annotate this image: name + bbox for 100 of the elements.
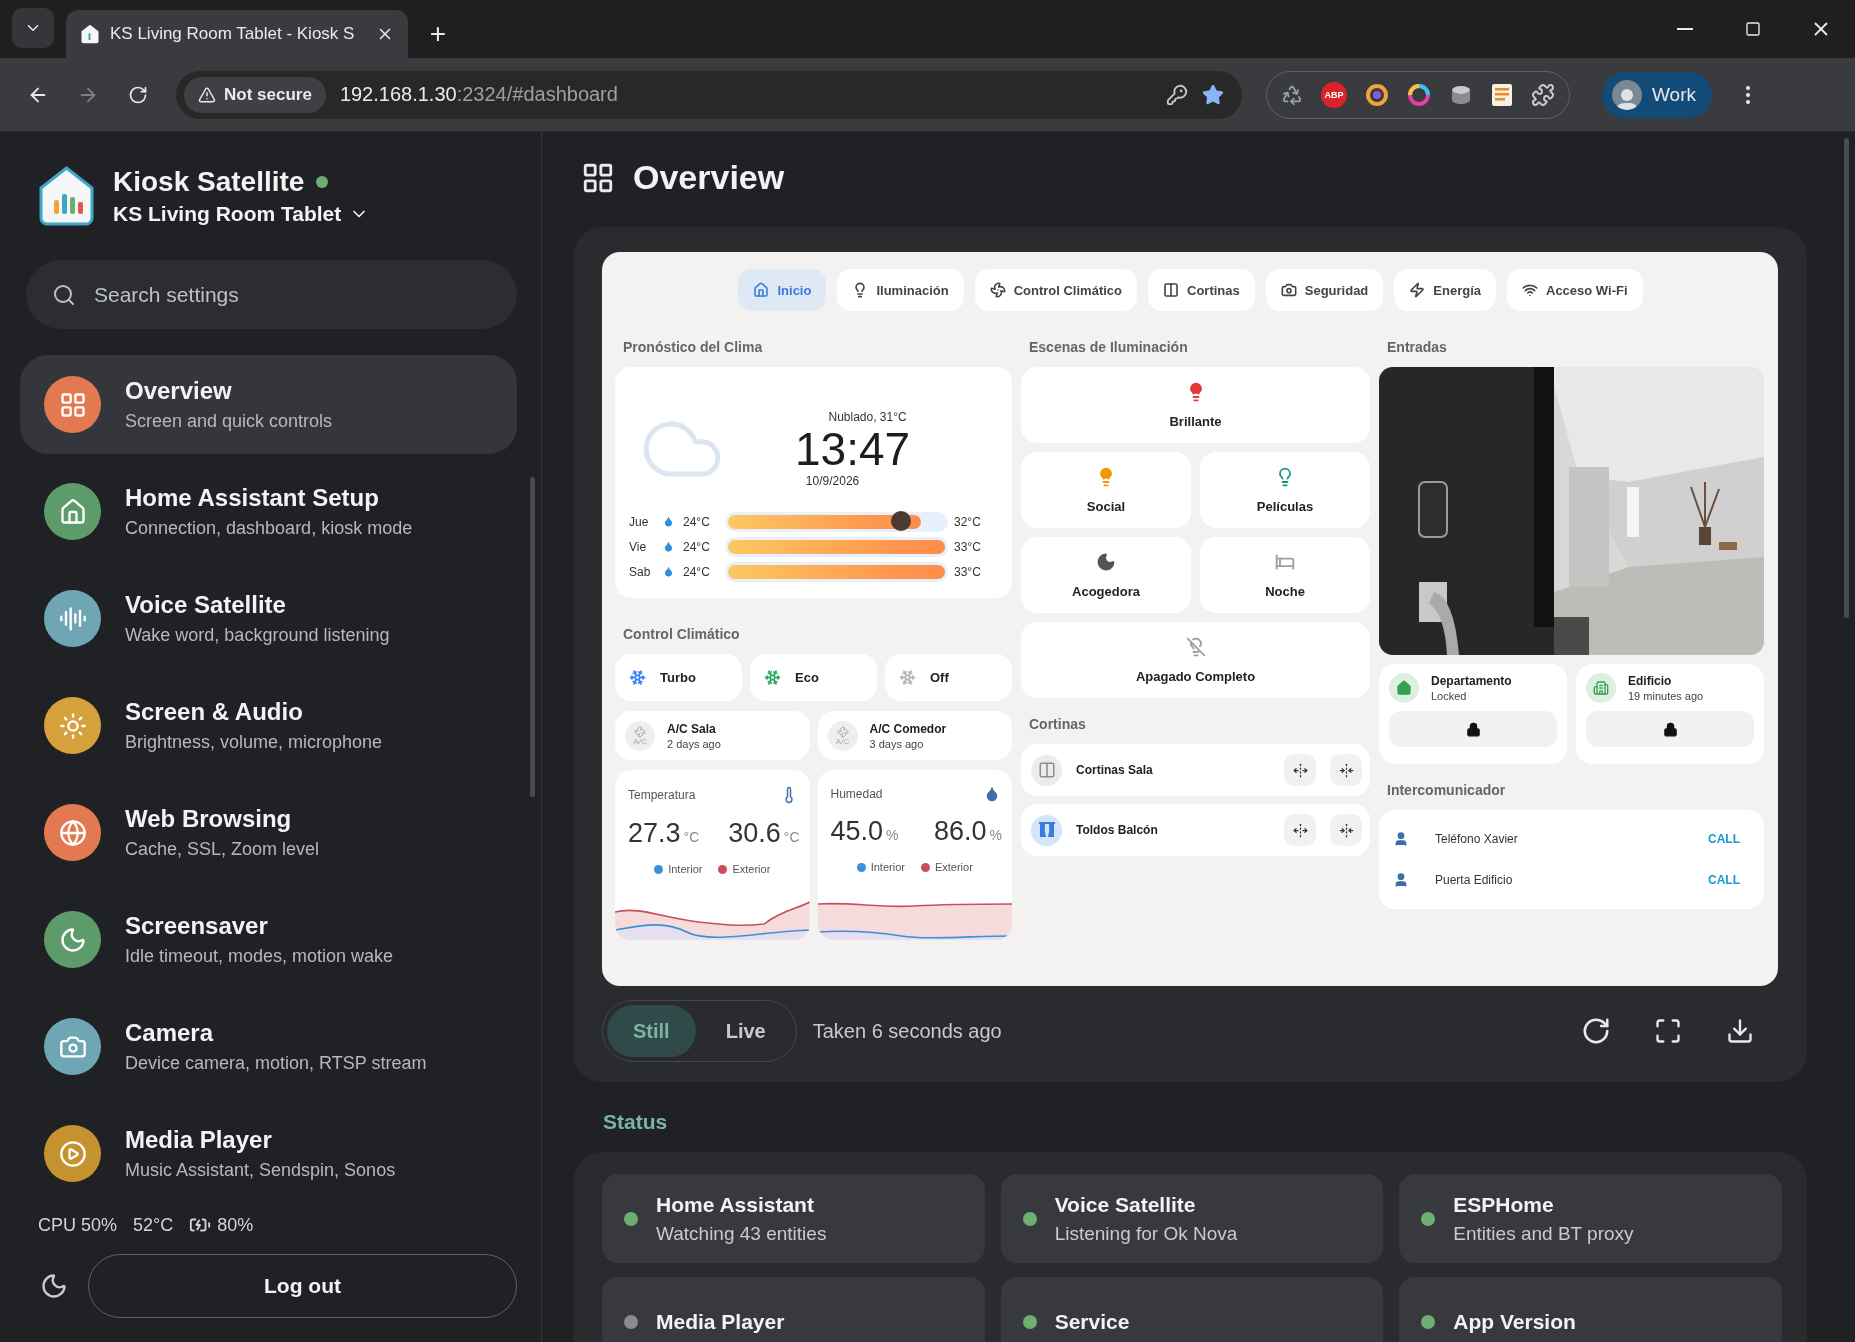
close-curtain-button[interactable] xyxy=(1330,754,1362,786)
contact-name: Teléfono Xavier xyxy=(1435,831,1519,846)
grid-icon xyxy=(58,390,87,419)
profile-button[interactable]: Work xyxy=(1602,71,1712,118)
dashboard-tab[interactable]: Acceso Wi-Fi xyxy=(1507,269,1643,311)
dashboard-tab[interactable]: Seguridad xyxy=(1265,269,1384,311)
address-bar[interactable]: Not secure 192.168.1.30:2324/#dashboard xyxy=(176,70,1242,119)
status-subtitle: Entities and BT proxy xyxy=(1453,1222,1634,1245)
color-wheel-icon[interactable] xyxy=(1407,82,1431,107)
profile-name: Work xyxy=(1652,83,1696,106)
nav-title: Camera xyxy=(125,1019,215,1047)
lock-name: Edificio xyxy=(1628,674,1673,688)
minimize-icon xyxy=(1677,28,1693,30)
dashboard-tab[interactable]: Energía xyxy=(1394,269,1496,311)
extensions-icon[interactable] xyxy=(1531,82,1555,107)
weather-condition: Nublado, 31°C xyxy=(828,409,907,424)
interior-reading: 27.3°C xyxy=(628,818,700,849)
legend-item: Exterior xyxy=(920,861,973,873)
section-title: Pronóstico del Clima xyxy=(622,339,764,355)
scene-button[interactable]: Brillante xyxy=(1021,367,1370,443)
scene-button[interactable]: Películas xyxy=(1200,452,1370,528)
lock-button[interactable] xyxy=(1586,711,1754,747)
moon-icon xyxy=(1096,551,1116,572)
scene-button[interactable]: Acogedora xyxy=(1021,537,1191,613)
nav-subtitle: Wake word, background listening xyxy=(125,625,390,646)
ac-unit-card[interactable]: A/C A/C Comedor 3 days ago xyxy=(817,711,1012,760)
dashboard-tab[interactable]: Iluminación xyxy=(837,269,964,311)
nav-item[interactable]: Camera Device camera, motion, RTSP stream xyxy=(20,997,517,1096)
mode-segment[interactable]: Live xyxy=(699,1005,792,1057)
scene-button[interactable]: Apagado Completo xyxy=(1021,622,1370,698)
nav-item[interactable]: Screen & Audio Brightness, volume, microphone xyxy=(20,676,517,775)
status-title: Media Player xyxy=(656,1309,785,1334)
scene-button[interactable]: Social xyxy=(1021,452,1191,528)
fan-icon xyxy=(989,282,1006,298)
recycle-icon[interactable] xyxy=(1281,83,1303,106)
app-logo xyxy=(80,24,100,44)
adblock-extension[interactable]: ABP xyxy=(1321,81,1347,108)
section-title: Intercomunicador xyxy=(1386,782,1507,798)
moon-icon[interactable] xyxy=(40,1272,68,1300)
warning-icon xyxy=(198,85,216,104)
section-title: Escenas de Iluminación xyxy=(1028,339,1189,355)
nav-item[interactable]: Home Assistant Setup Connection, dashboard, kiosk mode xyxy=(20,462,517,561)
lock-button[interactable] xyxy=(1389,711,1557,747)
bulb-off-icon xyxy=(1185,636,1206,657)
nav-item[interactable]: Media Player Music Assistant, Sendspin, Sonos xyxy=(20,1104,517,1200)
ac-last-changed: 3 days ago xyxy=(869,737,925,750)
nav-item[interactable]: Web Browsing Cache, SSL, Zoom level xyxy=(20,783,517,882)
security-chip[interactable]: Not secure xyxy=(184,76,326,113)
ac-name: A/C Sala xyxy=(667,721,717,736)
mode-segment[interactable]: Still xyxy=(607,1005,696,1057)
nav-item[interactable]: Screensaver Idle timeout, modes, motion wake xyxy=(20,890,517,989)
clock-time: 13:47 xyxy=(795,423,911,475)
dashboard-tab[interactable]: Control Climático xyxy=(974,269,1137,311)
nav-item[interactable]: Overview Screen and quick controls xyxy=(20,355,517,454)
lock-badge xyxy=(1389,673,1419,703)
browser-tab[interactable]: KS Living Room Tablet - Kiosk S xyxy=(66,10,408,58)
climate-mode-button[interactable]: Eco xyxy=(750,654,877,701)
status-subtitle: Listening for Ok Nova xyxy=(1054,1222,1238,1245)
maximize-icon xyxy=(1745,21,1761,37)
capture-time: Taken 6 seconds ago xyxy=(812,1019,1002,1043)
curtain-icon xyxy=(1037,821,1056,839)
scrollbar-thumb[interactable] xyxy=(530,477,535,797)
fold-icon xyxy=(1338,762,1354,778)
lock-badge xyxy=(1586,673,1616,703)
open-button[interactable] xyxy=(1284,814,1316,846)
app-name: Kiosk Satellite xyxy=(113,166,305,198)
contact-name: Puerta Edificio xyxy=(1435,873,1514,888)
panels-icon xyxy=(1037,761,1056,779)
close-curtain-button[interactable] xyxy=(1330,814,1362,846)
lock-status: Locked xyxy=(1431,690,1468,702)
ac-last-changed: 2 days ago xyxy=(667,737,721,750)
nav-item[interactable]: Voice Satellite Wake word, background listening xyxy=(20,569,517,668)
nav-subtitle: Device camera, motion, RTSP stream xyxy=(125,1053,427,1074)
scene-button[interactable]: Noche xyxy=(1200,537,1370,613)
open-button[interactable] xyxy=(1284,754,1316,786)
section-title: Entradas xyxy=(1386,339,1448,355)
climate-mode-button[interactable]: Off xyxy=(885,654,1012,701)
exterior-reading: 30.6°C xyxy=(728,818,800,849)
tab-title: KS Living Room Tablet - Kiosk S xyxy=(110,24,356,44)
device-selector[interactable]: KS Living Room Tablet xyxy=(113,202,370,226)
ac-unit-card[interactable]: A/C A/C Sala 2 days ago xyxy=(615,711,810,760)
document-icon[interactable] xyxy=(1491,82,1513,107)
scrollbar-thumb[interactable] xyxy=(1844,138,1849,618)
lock-icon xyxy=(1662,721,1678,737)
moon-icon xyxy=(58,925,87,954)
key-icon[interactable] xyxy=(1166,83,1188,106)
climate-mode-button[interactable]: Turbo xyxy=(615,654,742,701)
lock-name: Departamento xyxy=(1431,674,1512,688)
house-icon xyxy=(753,282,770,298)
dashboard-tab[interactable]: Cortinas xyxy=(1148,269,1255,311)
ring-icon[interactable] xyxy=(1365,82,1389,107)
temperature-stat: 52°C xyxy=(133,1214,174,1236)
forecast-high: 32°C xyxy=(954,514,982,529)
search-input[interactable]: Search settings xyxy=(92,281,491,308)
security-label: Not secure xyxy=(224,84,312,105)
search-field[interactable]: Search settings xyxy=(26,260,517,329)
house-icon xyxy=(58,497,87,526)
new-tab-button[interactable]: + xyxy=(420,16,456,52)
star-icon[interactable] xyxy=(1202,83,1224,106)
status-title: Voice Satellite xyxy=(1054,1192,1197,1217)
